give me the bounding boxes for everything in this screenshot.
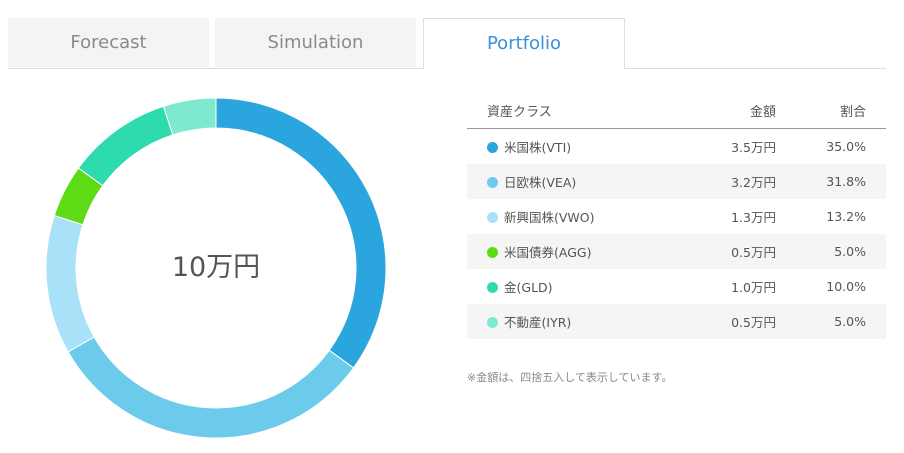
amount-cell: 0.5万円 — [666, 234, 776, 269]
legend-dot-icon — [487, 177, 498, 188]
ratio-cell: 5.0% — [776, 304, 886, 339]
header-asset-class: 資産クラス — [467, 92, 666, 129]
asset-name: 米国債券(AGG) — [504, 245, 592, 260]
donut-slice — [77, 105, 174, 187]
ratio-cell: 35.0% — [826, 139, 866, 154]
legend-dot-icon — [487, 317, 498, 328]
table-row: 不動産(IYR) 0.5万円 5.0% — [467, 304, 886, 339]
ratio-cell: 13.2% — [826, 209, 866, 224]
donut-svg — [46, 98, 386, 438]
legend-dot-icon — [487, 212, 498, 223]
asset-cell: 不動産(IYR) — [467, 304, 666, 339]
amount-cell: 3.5万円 — [731, 140, 776, 155]
asset-name: 日欧株(VEA) — [504, 175, 577, 190]
tab-simulation[interactable]: Simulation — [215, 18, 416, 67]
legend-dot-icon — [487, 247, 498, 258]
ratio-cell: 10.0% — [826, 279, 866, 294]
tab-portfolio[interactable]: Portfolio — [423, 18, 625, 69]
amount-cell: 3.2万円 — [666, 164, 776, 199]
donut-slice — [215, 98, 386, 369]
asset-cell: 日欧株(VEA) — [467, 164, 666, 199]
table-row: 米国株(VTI) 3.5万円 35.0% — [467, 129, 886, 165]
donut-slice — [162, 98, 217, 136]
table-row: 新興国株(VWO) 1.3万円 13.2% — [467, 199, 886, 234]
header-amount: 金額 — [666, 92, 776, 129]
asset-cell: 米国株(VTI) — [467, 129, 666, 165]
asset-cell: 金(GLD) — [467, 269, 666, 304]
rounding-note: ※金額は、四捨五入して表示しています。 — [467, 371, 673, 384]
tab-forecast[interactable]: Forecast — [8, 18, 209, 67]
portfolio-donut-chart: 10万円 — [46, 98, 386, 438]
table-row: 日欧株(VEA) 3.2万円 31.8% — [467, 164, 886, 199]
allocation-table: 資産クラス 金額 割合 米国株(VTI) 3.5万円 35.0% 日欧株(VEA… — [467, 92, 886, 339]
header-ratio: 割合 — [776, 92, 886, 129]
amount-cell: 1.3万円 — [731, 210, 776, 225]
table-row: 金(GLD) 1.0万円 10.0% — [467, 269, 886, 304]
table-row: 米国債券(AGG) 0.5万円 5.0% — [467, 234, 886, 269]
asset-cell: 新興国株(VWO) — [467, 199, 666, 234]
asset-name: 不動産(IYR) — [504, 315, 572, 330]
ratio-cell: 5.0% — [776, 234, 886, 269]
asset-name: 新興国株(VWO) — [504, 210, 595, 225]
asset-cell: 米国債券(AGG) — [467, 234, 666, 269]
legend-dot-icon — [487, 142, 498, 153]
asset-name: 米国株(VTI) — [504, 140, 572, 155]
tab-bar: Forecast Simulation Portfolio — [8, 18, 886, 69]
legend-dot-icon — [487, 282, 498, 293]
ratio-cell: 31.8% — [776, 164, 886, 199]
asset-name: 金(GLD) — [504, 280, 553, 295]
donut-slice — [67, 336, 355, 438]
amount-cell: 0.5万円 — [666, 304, 776, 339]
table-header-row: 資産クラス 金額 割合 — [467, 92, 886, 129]
donut-slice — [46, 214, 95, 353]
amount-cell: 1.0万円 — [731, 280, 776, 295]
